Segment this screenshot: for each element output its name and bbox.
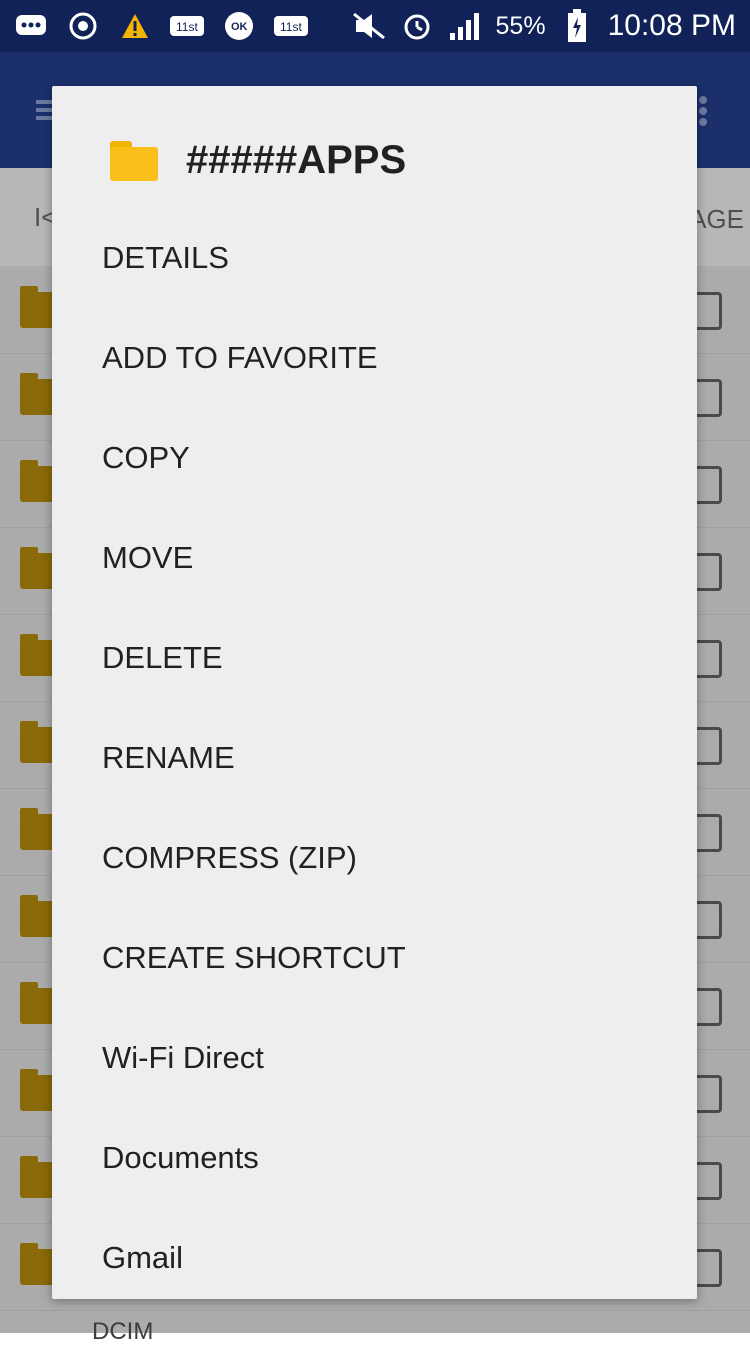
menu-item[interactable]: COMPRESS (ZIP) [102,828,357,888]
mute-icon [352,12,386,40]
battery-icon [560,9,594,42]
menu-item[interactable]: Wi-Fi Direct [102,1028,264,1088]
chat-icon [14,12,48,40]
warning-icon [118,12,152,40]
status-bar: 11st OK 11st 55% 10:08 PM [0,0,750,52]
ok-cashbag-icon: OK [222,12,256,40]
more-options-icon[interactable] [698,93,708,129]
clock: 10:08 PM [607,9,736,42]
menu-item[interactable]: Documents [102,1128,259,1188]
signal-icon [448,12,482,40]
11st-icon: 11st [170,12,204,40]
menu-item[interactable]: COPY [102,428,190,488]
svg-text:11st: 11st [176,20,198,34]
svg-text:11st: 11st [280,20,302,34]
battery-percent: 55% [495,11,546,40]
alarm-icon [400,12,434,40]
notification-icons: 11st OK 11st [14,8,308,44]
menu-item[interactable]: DETAILS [102,228,229,288]
folder-icon [110,140,158,181]
file-list-partial-label: DCIM [92,1318,154,1345]
menu-item[interactable]: RENAME [102,728,235,788]
dialog-title-text: #####APPS [186,138,407,182]
tab-right-fragment[interactable]: AGE [689,204,744,235]
system-icons: 55% 10:08 PM [352,6,736,46]
11st-icon: 11st [274,12,308,40]
menu-item[interactable]: CREATE SHORTCUT [102,928,406,988]
dialog-title: #####APPS [110,138,406,183]
svg-text:OK: OK [231,21,248,33]
menu-item[interactable]: DELETE [102,628,223,688]
sync-icon [66,12,100,40]
menu-item[interactable]: ADD TO FAVORITE [102,328,378,388]
context-menu-dialog: #####APPS DETAILS ADD TO FAVORITE COPY MOVE… [52,86,697,1299]
menu-item[interactable]: MOVE [102,528,193,588]
menu-item[interactable]: Gmail [102,1228,183,1288]
